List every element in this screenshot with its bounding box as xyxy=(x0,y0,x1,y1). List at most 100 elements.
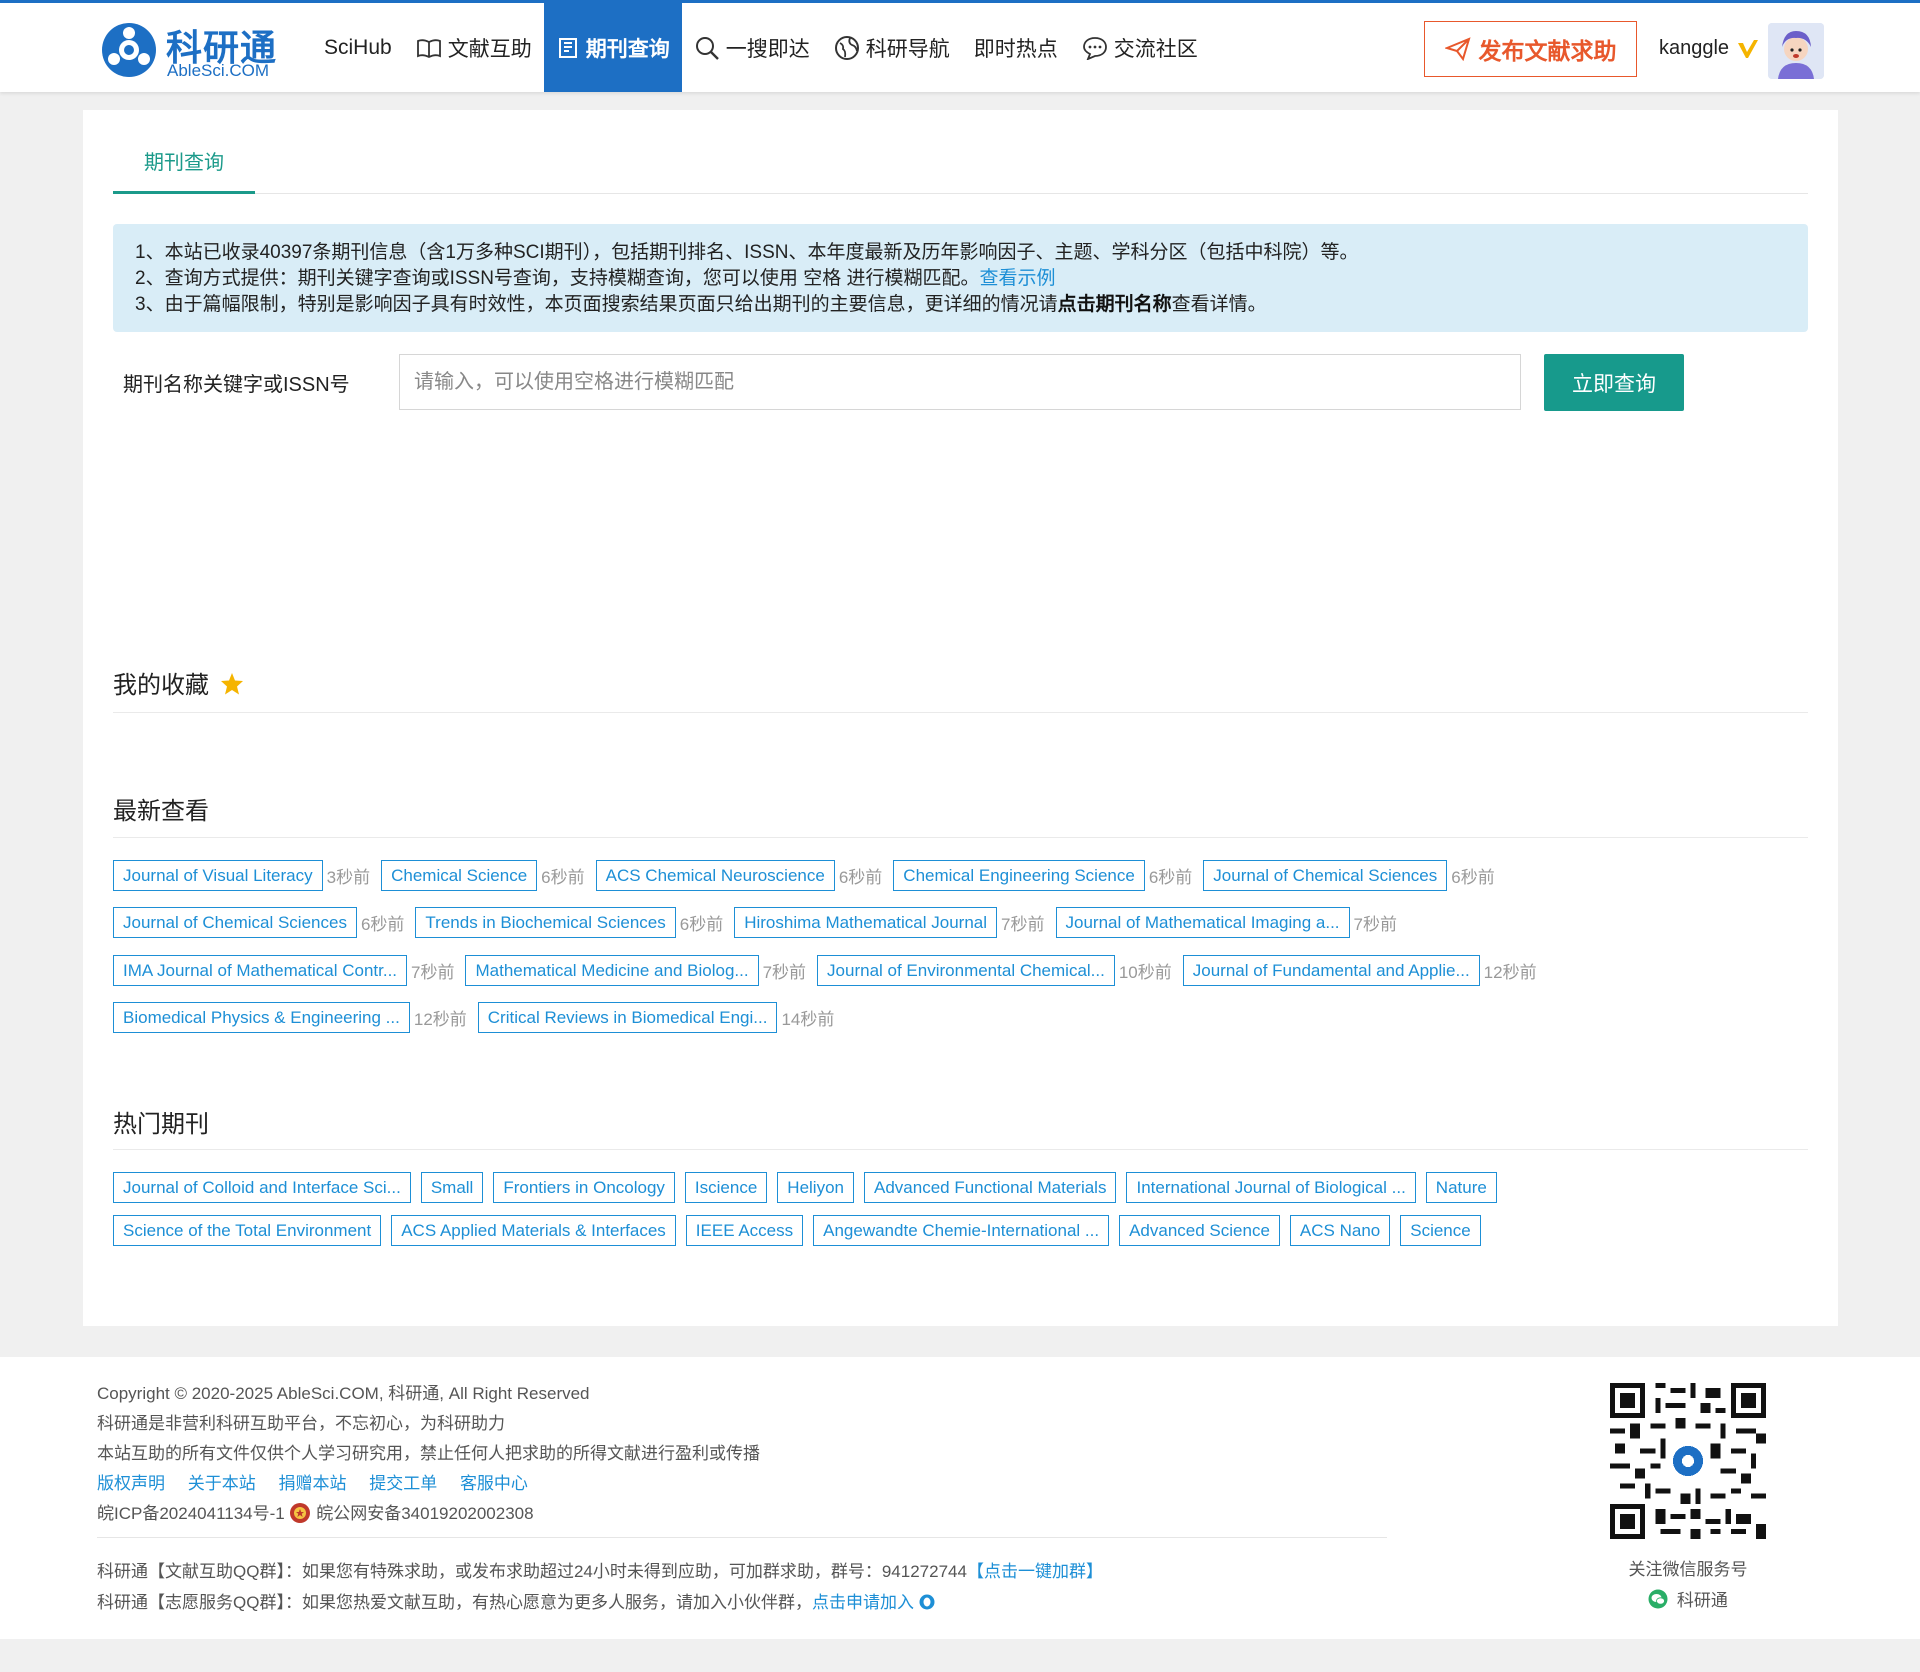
recent-journal-tag[interactable]: Mathematical Medicine and Biolog... xyxy=(465,955,759,986)
nav-journal-query[interactable]: 期刊查询 xyxy=(543,3,682,92)
recent-journal-tag[interactable]: Journal of Visual Literacy xyxy=(113,860,323,891)
recent-journal-tag[interactable]: Journal of Chemical Sciences xyxy=(1203,860,1448,891)
hot-journal-tag[interactable]: International Journal of Biological ... xyxy=(1126,1172,1416,1203)
nav-quick-search[interactable]: 一搜即达 xyxy=(682,3,822,92)
recent-row: Journal of Chemical Sciences 6秒前 Trends i… xyxy=(113,907,1408,938)
logo-mark-icon xyxy=(102,23,156,77)
recent-journal-tag[interactable]: Journal of Environmental Chemical... xyxy=(817,955,1115,986)
hot-journal-tag[interactable]: Small xyxy=(420,1172,484,1203)
recent-journal-tag[interactable]: Hiroshima Mathematical Journal xyxy=(734,907,998,938)
favorites-title-text: 我的收藏 xyxy=(113,672,209,699)
recent-journal-tag[interactable]: Journal of Fundamental and Applie... xyxy=(1182,955,1480,986)
search-submit-button[interactable]: 立即查询 xyxy=(1544,354,1684,411)
recent-journal-tag[interactable]: Journal of Chemical Sciences xyxy=(113,907,357,938)
recent-time: 14秒前 xyxy=(781,1010,835,1029)
nav-research-navigation[interactable]: 科研导航 xyxy=(822,3,962,92)
footer-link-support[interactable]: 客服中心 xyxy=(460,1474,528,1493)
post-request-button[interactable]: 发布文献求助 xyxy=(1424,21,1637,77)
recent-journal-tag[interactable]: Trends in Biochemical Sciences xyxy=(415,907,676,938)
hot-journal-tag[interactable]: Iscience xyxy=(684,1172,768,1203)
wechat-account-name: 科研通 xyxy=(1676,1591,1728,1610)
hot-journal-tag[interactable]: ACS Nano xyxy=(1289,1215,1391,1246)
icp-number[interactable]: 皖ICP备2024041134号-1 xyxy=(97,1504,285,1523)
username[interactable]: kanggle xyxy=(1659,37,1729,60)
journal-search-input[interactable] xyxy=(399,354,1521,410)
tab-journal-query[interactable]: 期刊查询 xyxy=(113,146,255,194)
notice-line-3-text: 3、由于篇幅限制，特别是影响因子具有时效性，本页面搜索结果页面只给出期刊的主要信… xyxy=(135,294,1058,315)
recent-journal-tag[interactable]: Chemical Engineering Science xyxy=(893,860,1145,891)
footer-link-copyright[interactable]: 版权声明 xyxy=(97,1474,165,1493)
recent-time: 7秒前 xyxy=(1001,915,1045,934)
recent-row: IMA Journal of Mathematical Contr... 7秒前 … xyxy=(113,955,1548,986)
hot-journal-tag[interactable]: Advanced Science xyxy=(1119,1215,1280,1246)
recent-journal-tag[interactable]: Chemical Science xyxy=(381,860,538,891)
hot-journal-tag[interactable]: Science xyxy=(1400,1215,1481,1246)
footer-link-ticket[interactable]: 提交工单 xyxy=(369,1474,437,1493)
nav-scihub[interactable]: SciHub xyxy=(312,3,404,92)
view-example-link[interactable]: 查看示例 xyxy=(979,268,1055,289)
footer-link-about[interactable]: 关于本站 xyxy=(188,1474,256,1493)
site-logo[interactable]: 科研通 AbleSci.COM xyxy=(100,19,290,81)
hot-journal-tag[interactable]: Frontiers in Oncology xyxy=(493,1172,675,1203)
notice-line-2-text: 2、查询方式提供：期刊关键字查询或ISSN号查询，支持模糊查询，您可以使用 空格… xyxy=(135,268,980,289)
recent-time: 10秒前 xyxy=(1118,963,1172,982)
footer-registration: 皖ICP备2024041134号-1 皖公网安备34019202002308 xyxy=(97,1499,534,1525)
nav-community[interactable]: 交流社区 xyxy=(1070,3,1210,92)
search-label: 期刊名称关键字或ISSN号 xyxy=(123,374,350,396)
qr-caption: 关注微信服务号 xyxy=(1628,1560,1748,1579)
recent-time: 3秒前 xyxy=(326,868,371,887)
notice-line-2: 2、查询方式提供：期刊关键字查询或ISSN号查询，支持模糊查询，您可以使用 空格… xyxy=(135,266,1786,292)
wechat-icon xyxy=(1648,1589,1668,1609)
recent-journal-tag[interactable]: ACS Chemical Neuroscience xyxy=(595,860,835,891)
qq-penguin-icon xyxy=(919,1594,935,1610)
favorites-divider xyxy=(113,712,1808,713)
nav-hot-topics[interactable]: 即时热点 xyxy=(962,3,1070,92)
hot-divider xyxy=(113,1149,1808,1150)
main-card: 期刊查询 1、本站已收录40397条期刊信息（含1万多种SCI期刊），包括期刊排… xyxy=(83,110,1838,1326)
footer-divider xyxy=(97,1537,1387,1538)
recent-time: 6秒前 xyxy=(679,915,724,934)
recent-journal-tag[interactable]: Journal of Mathematical Imaging a... xyxy=(1055,907,1350,938)
hot-journal-tag[interactable]: IEEE Access xyxy=(685,1215,804,1246)
vip-badge-icon xyxy=(1738,40,1758,58)
footer-links: 版权声明 关于本站 捐赠本站 提交工单 客服中心 xyxy=(97,1469,546,1494)
hot-journal-tag[interactable]: Angewandte Chemie-International ... xyxy=(813,1215,1110,1246)
recent-time: 6秒前 xyxy=(360,915,405,934)
hot-journal-tag[interactable]: Science of the Total Environment xyxy=(113,1215,382,1246)
hot-journal-tag[interactable]: Nature xyxy=(1425,1172,1497,1203)
notice-line-3-tail: 查看详情。 xyxy=(1171,294,1267,315)
hot-journal-tag[interactable]: Journal of Colloid and Interface Sci... xyxy=(113,1172,411,1203)
recent-journal-tag[interactable]: Biomedical Physics & Engineering ... xyxy=(113,1002,410,1033)
chat-icon xyxy=(1082,36,1107,60)
send-icon xyxy=(1444,37,1471,61)
apply-join-link[interactable]: 点击申请加入 xyxy=(812,1593,914,1612)
recent-divider xyxy=(113,837,1808,838)
join-qq-group-link[interactable]: 【点击一键加群】 xyxy=(967,1562,1103,1581)
police-record-number[interactable]: 皖公网安备34019202002308 xyxy=(316,1504,533,1523)
nav-label: 即时热点 xyxy=(973,37,1058,61)
post-request-label: 发布文献求助 xyxy=(1478,38,1617,64)
search-icon xyxy=(695,36,719,60)
recent-journal-tag[interactable]: Critical Reviews in Biomedical Engi... xyxy=(477,1002,778,1033)
notice-line-3: 3、由于篇幅限制，特别是影响因子具有时效性，本页面搜索结果页面只给出期刊的主要信… xyxy=(135,292,1786,318)
hot-journal-tag[interactable]: Advanced Functional Materials xyxy=(864,1172,1117,1203)
hot-journals-title: 热门期刊 xyxy=(113,1111,209,1138)
footer-link-donate[interactable]: 捐赠本站 xyxy=(278,1474,346,1493)
recent-time: 7秒前 xyxy=(411,963,455,982)
wechat-account: 科研通 xyxy=(1580,1586,1796,1611)
nav-literature-help[interactable]: 文献互助 xyxy=(404,3,544,92)
qq-group-1-text: 科研通【文献互助QQ群】：如果您有特殊求助，或发布求助超过24小时未得到应助，可… xyxy=(97,1562,967,1581)
logo-text-en: AbleSci.COM xyxy=(167,61,270,80)
qq-group-2-text: 科研通【志愿服务QQ群】：如果您热爱文献互助，有热心愿意为更多人服务，请加入小伙… xyxy=(97,1593,812,1612)
journal-icon xyxy=(558,37,577,58)
recent-title: 最新查看 xyxy=(113,798,209,825)
recent-journal-tag[interactable]: IMA Journal of Mathematical Contr... xyxy=(113,955,408,986)
nav-label: 文献互助 xyxy=(447,37,532,61)
nav-label: SciHub xyxy=(324,35,392,59)
footer-qq-group-2: 科研通【志愿服务QQ群】：如果您热爱文献互助，有热心愿意为更多人服务，请加入小伙… xyxy=(97,1588,935,1613)
recent-row: Biomedical Physics & Engineering ... 12秒前… xyxy=(113,1002,845,1033)
site-footer: Copyright © 2020-2025 AbleSci.COM, 科研通, … xyxy=(0,1357,1920,1639)
hot-journal-tag[interactable]: ACS Applied Materials & Interfaces xyxy=(391,1215,676,1246)
hot-journal-tag[interactable]: Heliyon xyxy=(777,1172,854,1203)
user-avatar[interactable] xyxy=(1768,23,1824,79)
